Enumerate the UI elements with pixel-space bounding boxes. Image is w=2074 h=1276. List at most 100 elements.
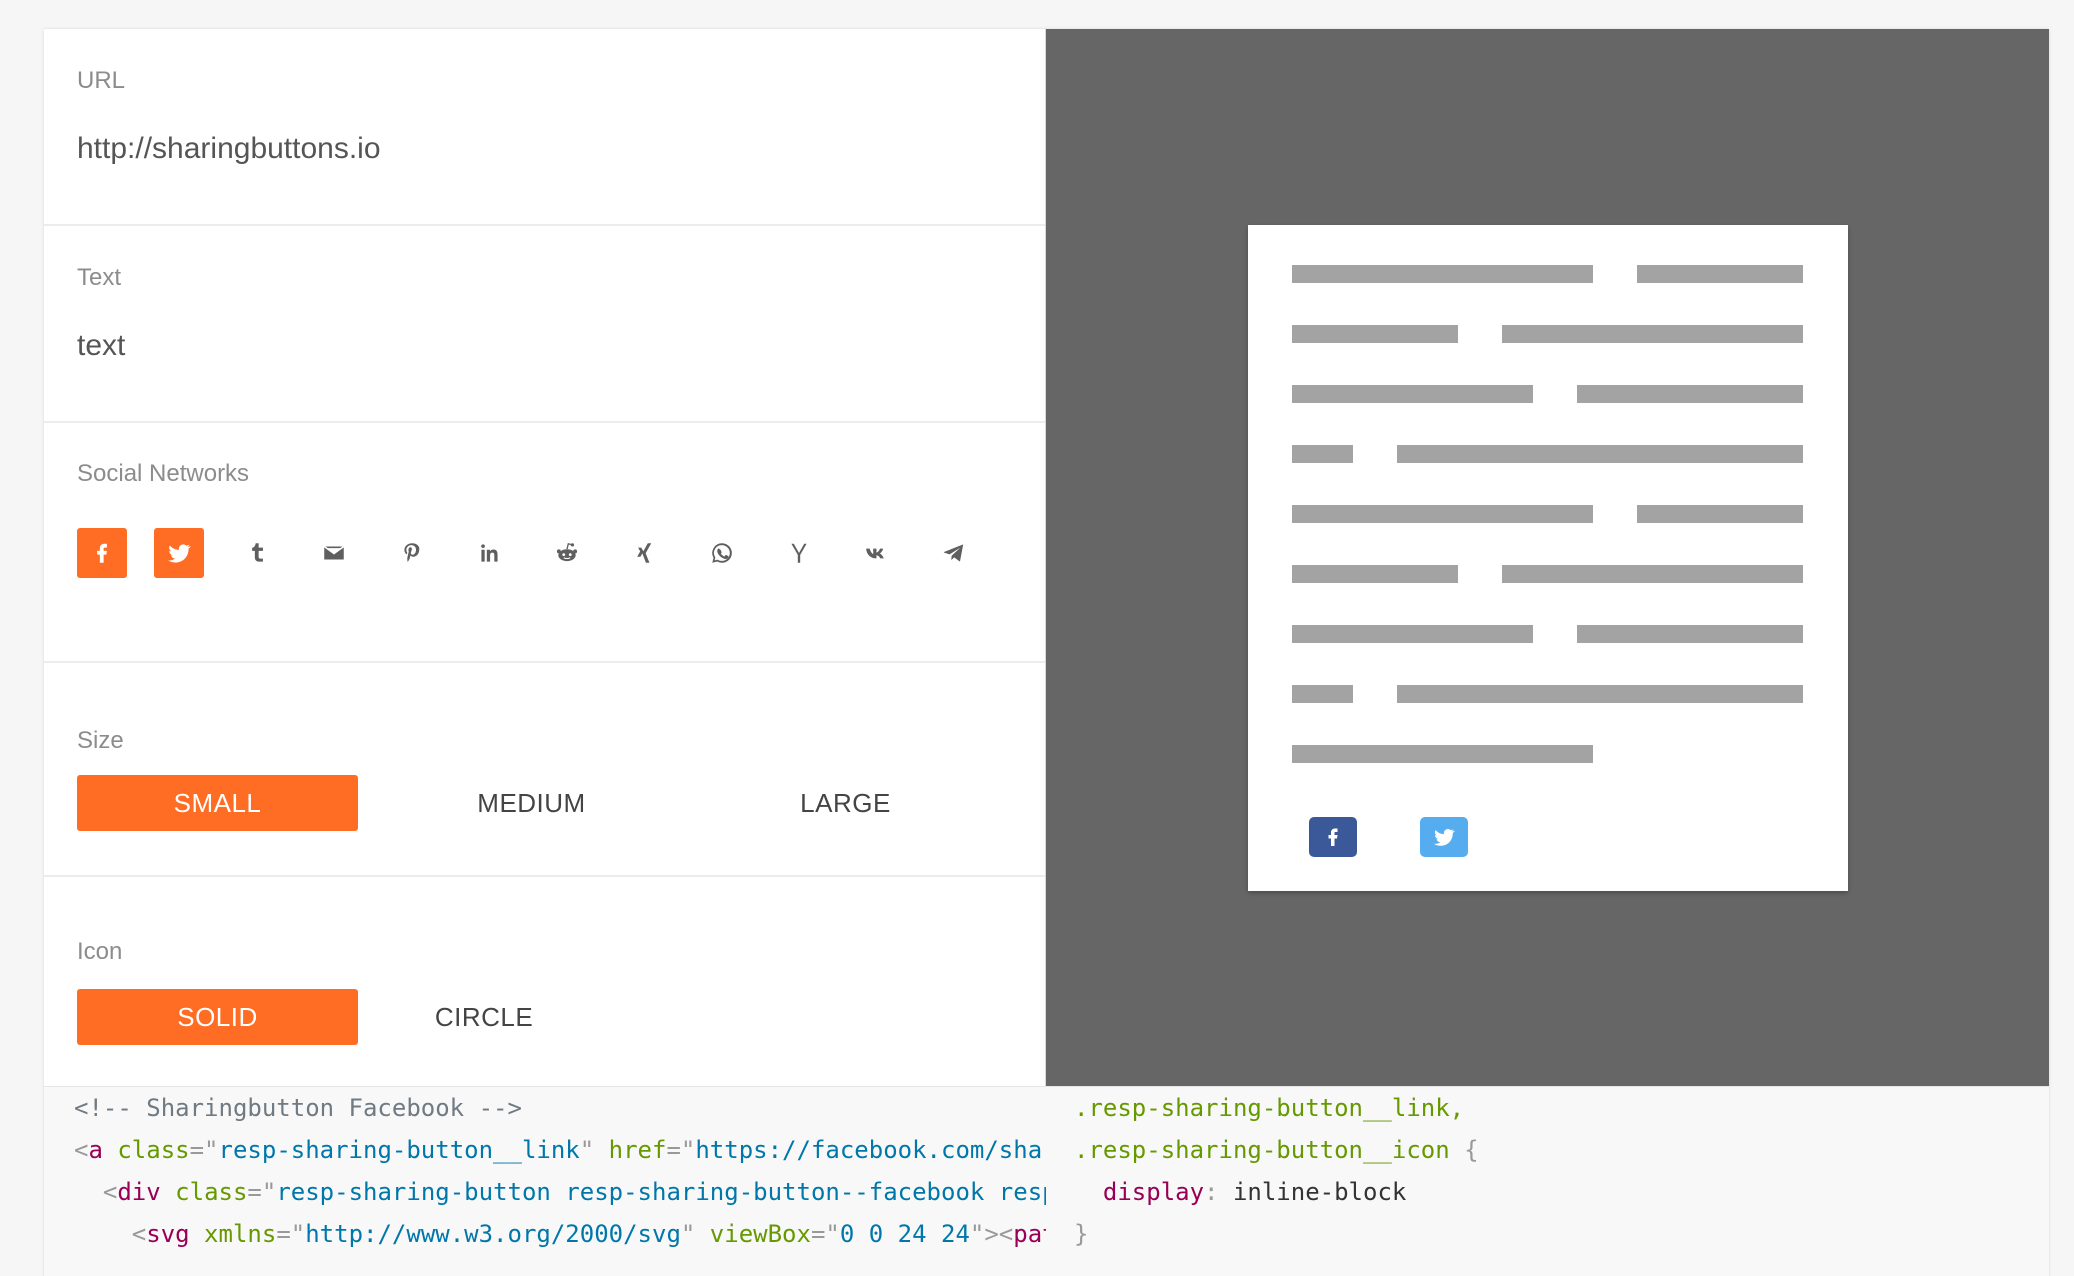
tumblr-toggle[interactable]	[232, 528, 282, 578]
code-token: }	[1074, 1220, 1089, 1248]
code-token: :	[1204, 1178, 1233, 1206]
code-line: <a class="resp-sharing-button__link" hre…	[74, 1129, 1046, 1171]
vk-icon	[866, 548, 884, 559]
code-token: <	[74, 1136, 89, 1164]
hackernews-icon	[791, 543, 807, 563]
xing-icon	[637, 543, 652, 563]
code-token: class	[160, 1178, 248, 1206]
preview-page	[1248, 225, 1848, 891]
code-token: ="	[666, 1136, 696, 1164]
configurator-card: URL http://sharingbuttons.io Text text S…	[44, 29, 2049, 1276]
code-token: a	[88, 1136, 103, 1164]
css-snippet[interactable]: .resp-sharing-button__link, .resp-sharing…	[1074, 1087, 2034, 1255]
code-token: "	[579, 1136, 595, 1164]
preview-facebook-button[interactable]	[1309, 817, 1357, 857]
facebook-toggle[interactable]	[77, 528, 127, 578]
code-token: <	[74, 1178, 118, 1206]
size-medium-button[interactable]: MEDIUM	[391, 775, 672, 831]
icon-label: Icon	[77, 938, 123, 965]
hackernews-toggle[interactable]	[774, 528, 824, 578]
size-section: Size SMALL MEDIUM LARGE	[44, 663, 1045, 877]
linkedin-icon	[481, 544, 498, 562]
code-token: ="	[276, 1220, 306, 1248]
code-token: viewBox	[695, 1220, 811, 1248]
code-token: {	[1449, 1136, 1479, 1164]
pinterest-icon	[404, 543, 420, 562]
preview-panel	[1046, 29, 2049, 1086]
code-token: svg	[146, 1220, 190, 1248]
placeholder-text-line	[1292, 625, 1533, 643]
code-token: resp-sharing-button__link	[218, 1136, 580, 1164]
options-panel: URL http://sharingbuttons.io Text text S…	[44, 29, 1046, 1086]
placeholder-text-line	[1577, 385, 1803, 403]
size-label: Size	[77, 727, 124, 754]
reddit-toggle[interactable]	[542, 528, 592, 578]
code-line: .resp-sharing-button__icon {	[1074, 1129, 2034, 1171]
code-token: .resp-sharing-button__link,	[1074, 1094, 1465, 1122]
code-line: .resp-sharing-button__link,	[1074, 1087, 2034, 1129]
text-field[interactable]: text	[77, 329, 125, 363]
code-token: http://www.w3.org/2000/svg	[305, 1220, 681, 1248]
placeholder-text-line	[1577, 625, 1803, 643]
code-output: <!-- Sharingbutton Facebook --> <a class=…	[44, 1086, 2049, 1276]
vk-toggle[interactable]	[852, 528, 902, 578]
icon-section: Icon SOLID CIRCLE	[44, 877, 1045, 1086]
code-token: ="	[247, 1178, 277, 1206]
code-token: display	[1074, 1178, 1205, 1206]
placeholder-text-line	[1292, 385, 1533, 403]
placeholder-text-line	[1292, 325, 1458, 343]
placeholder-text-line	[1637, 265, 1803, 283]
placeholder-text-line	[1292, 565, 1458, 583]
telegram-icon	[943, 544, 964, 562]
url-label: URL	[77, 67, 126, 94]
twitter-icon	[1434, 829, 1455, 846]
icon-solid-button[interactable]: SOLID	[77, 989, 358, 1045]
size-small-button[interactable]: SMALL	[77, 775, 358, 831]
pinterest-toggle[interactable]	[387, 528, 437, 578]
code-token: ="	[810, 1220, 840, 1248]
code-token: div	[117, 1178, 161, 1206]
tumblr-icon	[252, 543, 263, 562]
placeholder-text-line	[1292, 265, 1593, 283]
placeholder-text-line	[1292, 745, 1593, 763]
placeholder-text-line	[1637, 505, 1803, 523]
placeholder-text-line	[1292, 685, 1353, 703]
twitter-icon	[168, 544, 191, 563]
facebook-icon	[1328, 828, 1338, 846]
email-toggle[interactable]	[309, 528, 359, 578]
twitter-toggle[interactable]	[154, 528, 204, 578]
email-icon	[323, 545, 345, 560]
code-token: href	[594, 1136, 667, 1164]
whatsapp-toggle[interactable]	[697, 528, 747, 578]
placeholder-text-line	[1292, 505, 1593, 523]
text-label: Text	[77, 264, 122, 291]
whatsapp-icon	[712, 543, 732, 563]
code-token: 0 0 24 24	[839, 1220, 970, 1248]
icon-circle-button[interactable]: CIRCLE	[391, 989, 577, 1045]
code-line: <svg xmlns="http://www.w3.org/2000/svg" …	[74, 1213, 1046, 1255]
linkedin-toggle[interactable]	[464, 528, 514, 578]
telegram-toggle[interactable]	[929, 528, 979, 578]
code-line: }	[1074, 1213, 2034, 1255]
size-large-button[interactable]: LARGE	[705, 775, 986, 831]
code-token: inline-block	[1232, 1178, 1407, 1206]
code-token: ="	[189, 1136, 219, 1164]
code-line: <div class="resp-sharing-button resp-sha…	[74, 1171, 1046, 1213]
placeholder-text-line	[1502, 565, 1803, 583]
xing-toggle[interactable]	[619, 528, 669, 578]
code-token: .resp-sharing-button__icon	[1074, 1136, 1450, 1164]
code-token: xmlns	[189, 1220, 277, 1248]
code-token: https://facebook.com/shar	[695, 1136, 1046, 1164]
text-section: Text text	[44, 226, 1045, 423]
code-token: "	[680, 1220, 696, 1248]
code-line: display: inline-block	[1074, 1171, 2034, 1213]
code-token: resp-sharing-button resp-sharing-button-…	[276, 1178, 1046, 1206]
social-networks-label: Social Networks	[77, 460, 250, 487]
html-snippet[interactable]: <!-- Sharingbutton Facebook --> <a class=…	[74, 1087, 1046, 1255]
preview-twitter-button[interactable]	[1420, 817, 1468, 857]
placeholder-text-line	[1502, 325, 1803, 343]
url-field[interactable]: http://sharingbuttons.io	[77, 132, 381, 166]
placeholder-text-line	[1292, 445, 1353, 463]
placeholder-text-line	[1397, 445, 1803, 463]
code-line: <!-- Sharingbutton Facebook -->	[74, 1087, 1046, 1129]
